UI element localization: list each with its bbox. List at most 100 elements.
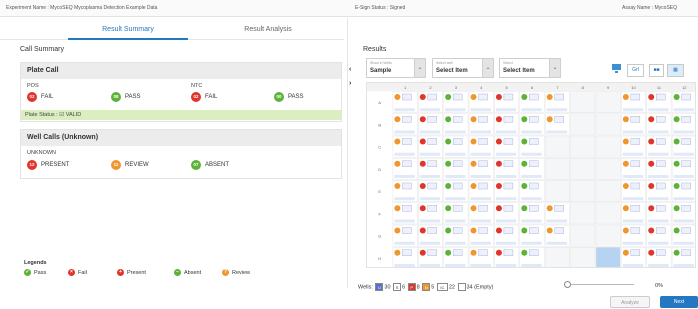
well-label-bar (622, 219, 644, 223)
zoom-value: 0% (655, 283, 663, 289)
well-label-bar (648, 152, 669, 156)
well-status-icon (648, 183, 655, 189)
well-cell (595, 135, 621, 158)
ntc-pass-label: PASS (288, 94, 304, 100)
well-type-icon (554, 116, 564, 123)
well-label-bar (521, 241, 542, 245)
well-label-bar (470, 152, 491, 156)
zoom-slider-handle[interactable] (564, 281, 571, 288)
table-view-icon[interactable]: ▦ (667, 64, 684, 77)
expand-right-icon[interactable]: › (349, 80, 351, 87)
empty-chip (457, 283, 466, 291)
well-status-icon (419, 183, 426, 189)
well-type-icon (529, 205, 539, 212)
review-badge: 11 (111, 160, 121, 170)
show-in-wells-value: Sample (370, 68, 392, 74)
well-label-bar (419, 130, 441, 134)
well-type-icon (503, 93, 514, 101)
column-label: 12 (682, 85, 687, 90)
well-type-icon (478, 116, 488, 123)
row-label: A (378, 100, 381, 105)
well-status-icon (495, 116, 502, 123)
well-status-icon (546, 94, 553, 100)
well-label-bar (673, 219, 694, 223)
legend-pass: Pass (34, 270, 47, 276)
well-label-bar (648, 108, 669, 112)
well-label-bar (495, 241, 517, 245)
well-label-bar (445, 197, 466, 201)
well-status-icon (648, 116, 655, 123)
tab-result-summary[interactable]: Result Summary (68, 26, 188, 40)
well-status-icon (648, 249, 655, 256)
monitor-icon[interactable] (611, 63, 622, 74)
well-status-icon (673, 205, 680, 212)
well-type-icon (529, 160, 539, 167)
grid-text-button[interactable]: Grl (627, 64, 644, 77)
unknown-chip: U (375, 283, 384, 291)
well-status-icon (521, 227, 528, 234)
well-type-icon (427, 160, 437, 167)
well-type-icon (427, 116, 437, 123)
well-status-icon (622, 160, 629, 167)
well-status-icon (648, 160, 655, 167)
next-button[interactable]: Next (660, 296, 698, 308)
well-label-bar (521, 264, 542, 267)
ntc-fail-badge: 02 (191, 92, 201, 102)
analyze-button[interactable]: Analyze (610, 296, 650, 308)
well-cell (544, 158, 570, 180)
well-label-bar (495, 197, 517, 201)
row-label: D (378, 167, 381, 172)
chevron-down-icon: ⌄ (549, 58, 561, 78)
pos-fail-badge: 02 (27, 92, 37, 102)
well-status-icon (470, 205, 477, 212)
well-type-icon (452, 116, 463, 123)
well-type-icon (656, 93, 666, 101)
tab-result-analysis[interactable]: Result Analysis (208, 26, 328, 40)
well-cell (595, 247, 621, 267)
zoom-slider-track[interactable] (564, 284, 634, 285)
well-type-icon (452, 249, 463, 256)
well-type-icon (529, 249, 539, 256)
well-status-icon (495, 94, 502, 100)
experiment-header: Experiment Name : MycoSEQ Mycoplasma Det… (0, 0, 698, 17)
well-label-bar (419, 197, 441, 201)
show-in-wells-select[interactable]: Show in Wells Sample ⌄ (366, 58, 426, 78)
well-type-icon (478, 160, 488, 167)
well-cell (570, 135, 596, 158)
plate-grid: 1 2 3 4 5 6 7 8 9 10 11 12 A B C D E F G H (366, 82, 696, 268)
well-label-bar (521, 197, 542, 201)
ntc-pass-badge: 00 (274, 92, 284, 102)
well-label-bar (521, 175, 542, 178)
well-label-bar (495, 152, 517, 156)
well-label-bar (673, 130, 694, 134)
well-label-bar (673, 175, 694, 178)
collapse-left-icon[interactable]: ‹ (349, 66, 351, 73)
legend-present: Present (127, 270, 146, 276)
unknown-label: UNKNOWN (27, 150, 57, 156)
grid-view-icon[interactable]: ■■ (649, 64, 664, 77)
well-label-bar (648, 219, 669, 223)
well-type-icon (503, 205, 514, 212)
well-cell (570, 180, 596, 202)
well-status-icon (622, 183, 629, 189)
plus-icon: + (117, 269, 124, 276)
well-status-icon (394, 205, 401, 212)
well-label-bar (546, 219, 568, 223)
absent-badge: 07 (191, 160, 201, 170)
plate-status: Plate Status : ☑ VALID (21, 110, 341, 120)
select-filter-select[interactable]: Select Select Item ⌄ (499, 58, 561, 78)
well-calls-card: Well Calls (Unknown) UNKNOWN 12 PRESENT … (20, 129, 342, 179)
well-label-bar (394, 241, 415, 245)
well-cell (595, 91, 621, 113)
well-type-icon (681, 160, 691, 167)
well-type-icon (402, 182, 412, 190)
well-label-bar (419, 219, 441, 223)
well-label-bar (622, 264, 644, 267)
well-label-bar (622, 152, 644, 156)
well-type-icon (402, 138, 412, 145)
select-well-select[interactable]: Select well Select Item ⌄ (432, 58, 494, 78)
chevron-down-icon: ⌄ (414, 58, 426, 78)
well-type-icon (452, 227, 463, 234)
well-cell (570, 202, 596, 225)
row-label: F (378, 211, 381, 216)
